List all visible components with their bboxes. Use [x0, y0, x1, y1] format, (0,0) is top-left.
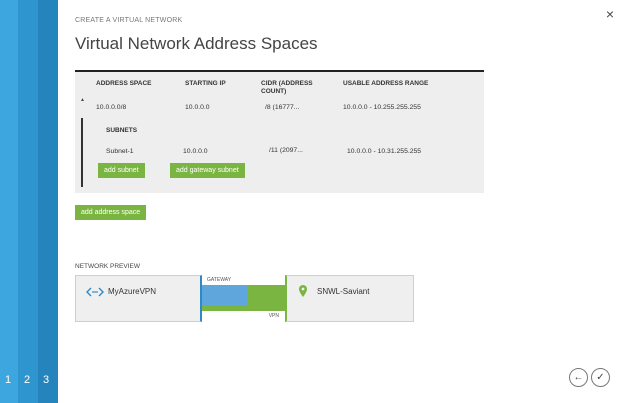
usable-range-value: 10.0.0.0 - 10.255.255.255 — [343, 104, 421, 111]
site-name: SNWL-Saviant — [317, 287, 370, 296]
gateway-label: GATEWAY — [207, 277, 232, 283]
step-3[interactable]: 3 — [43, 374, 49, 386]
create-virtual-network-dialog: 1 2 3 × CREATE A VIRTUAL NETWORK Virtual… — [0, 0, 624, 403]
subnet-starting-ip[interactable]: 10.0.0.0 — [183, 148, 208, 155]
step-band-1 — [0, 0, 18, 403]
step-1[interactable]: 1 — [5, 374, 11, 386]
starting-ip-value[interactable]: 10.0.0.0 — [185, 104, 210, 111]
step-2[interactable]: 2 — [24, 374, 30, 386]
dialog-kicker: CREATE A VIRTUAL NETWORK — [75, 17, 183, 24]
close-icon[interactable]: × — [606, 7, 614, 21]
virtual-network-icon — [86, 287, 104, 297]
page-title: Virtual Network Address Spaces — [75, 34, 318, 53]
add-address-space-button[interactable]: add address space — [75, 205, 147, 220]
subnet-usable-range: 10.0.0.0 - 10.31.255.255 — [347, 148, 422, 155]
header-starting-ip: STARTING IP — [185, 80, 226, 87]
network-preview: MyAzureVPN GATEWAY VPN SNWL-Saviant — [75, 275, 414, 322]
vpn-label: VPN — [268, 313, 279, 319]
address-space-value[interactable]: 10.0.0.0/8 — [96, 104, 126, 111]
step-band-3 — [38, 0, 58, 403]
subnet-name[interactable]: Subnet-1 — [106, 148, 134, 155]
local-site-node: SNWL-Saviant — [285, 275, 414, 322]
gateway-connection: GATEWAY VPN — [202, 275, 285, 322]
add-subnet-button[interactable]: add subnet — [98, 163, 145, 178]
back-button[interactable]: ← — [569, 368, 588, 387]
subnet-group-bar — [81, 118, 83, 187]
header-usable-range: USABLE ADDRESS RANGE — [343, 80, 429, 87]
network-preview-label: NETWORK PREVIEW — [75, 263, 141, 270]
add-gateway-subnet-button[interactable]: add gateway subnet — [170, 163, 245, 178]
location-pin-icon — [299, 285, 307, 297]
subnets-header: SUBNETS — [106, 127, 138, 134]
confirm-button[interactable]: ✓ — [591, 368, 610, 387]
address-space-panel: ADDRESS SPACE STARTING IP CIDR (ADDRESS … — [75, 70, 484, 193]
subnet-cidr[interactable]: /11 (2097... — [269, 147, 303, 154]
step-band-2 — [18, 0, 38, 403]
vnet-name: MyAzureVPN — [108, 287, 157, 296]
header-cidr: CIDR (ADDRESS COUNT) — [261, 80, 313, 95]
header-address-space: ADDRESS SPACE — [96, 80, 152, 87]
virtual-network-node: MyAzureVPN — [75, 275, 202, 322]
cidr-value[interactable]: /8 (16777... — [265, 104, 299, 111]
collapse-icon[interactable]: ▲ — [80, 97, 85, 103]
